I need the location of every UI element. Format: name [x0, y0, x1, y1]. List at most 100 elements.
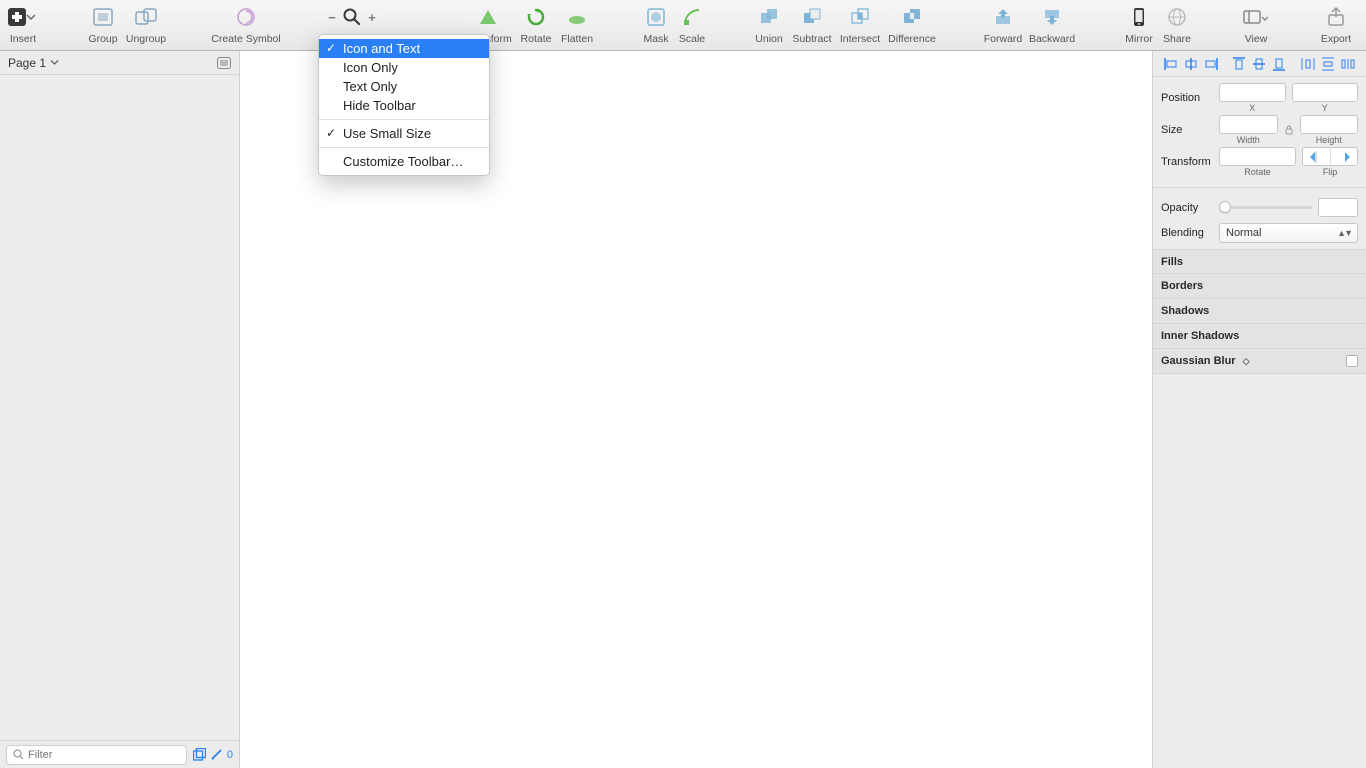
toolbar-scale[interactable]: Scale [674, 6, 710, 45]
menu-text-only[interactable]: Text Only [319, 77, 489, 96]
menu-hide-toolbar[interactable]: Hide Toolbar [319, 96, 489, 115]
difference-icon [903, 6, 921, 28]
toolbar-mirror[interactable]: Mirror [1120, 6, 1158, 45]
menu-icon-only[interactable]: Icon Only [319, 58, 489, 77]
menu-icon-and-text[interactable]: ✓ Icon and Text [319, 39, 489, 58]
align-hcenter-icon[interactable] [1184, 57, 1198, 71]
toolbar-subtract[interactable]: Subtract [788, 6, 836, 45]
align-bottom-icon[interactable] [1272, 57, 1286, 71]
toolbar-forward[interactable]: Forward [980, 6, 1026, 45]
backward-icon [1042, 6, 1062, 28]
slice-filter-icon[interactable] [210, 748, 223, 761]
toolbar-label: Intersect [840, 34, 880, 45]
distribute-v-icon[interactable] [1321, 57, 1335, 71]
union-icon [760, 6, 778, 28]
flip-horizontal-button[interactable] [1303, 148, 1331, 165]
check-icon: ✓ [326, 124, 336, 143]
toolbar-mask[interactable]: Mask [638, 6, 674, 45]
toolbar-label: Forward [984, 34, 1023, 45]
toolbar-share[interactable]: Share [1158, 6, 1196, 45]
toolbar-export[interactable]: Export [1316, 6, 1356, 45]
transform-label: Transform [1161, 156, 1219, 168]
borders-header[interactable]: Borders [1153, 274, 1366, 299]
layer-list[interactable] [0, 75, 239, 740]
opacity-input[interactable] [1318, 198, 1358, 217]
size-label: Size [1161, 124, 1219, 136]
menu-use-small-size[interactable]: ✓ Use Small Size [319, 124, 489, 143]
height-sublabel: Height [1316, 135, 1342, 145]
flip-vertical-button[interactable] [1331, 148, 1358, 165]
artboards-filter-icon[interactable] [193, 748, 206, 761]
align-right-icon[interactable] [1204, 57, 1218, 71]
blending-value: Normal [1226, 227, 1261, 239]
toolbar-label: Scale [679, 34, 705, 45]
menu-label: Use Small Size [343, 126, 431, 141]
flip-control [1302, 147, 1358, 166]
align-top-icon[interactable] [1232, 57, 1246, 71]
subtract-icon [803, 6, 821, 28]
align-vcenter-icon[interactable] [1252, 57, 1266, 71]
toolbar-rotate[interactable]: Rotate [516, 6, 556, 45]
toolbar-label: Subtract [792, 34, 831, 45]
menu-separator [319, 119, 489, 120]
symbol-icon [237, 6, 255, 28]
toolbar-union[interactable]: Union [750, 6, 788, 45]
menu-label: Text Only [343, 79, 397, 94]
gaussian-blur-header[interactable]: Gaussian Blur ◇ [1153, 349, 1366, 374]
fills-header[interactable]: Fills [1153, 249, 1366, 274]
toolbar-label: Difference [888, 34, 936, 45]
left-panel: Page 1 0 [0, 51, 240, 768]
distribute-h-icon[interactable] [1301, 57, 1315, 71]
opacity-slider[interactable] [1219, 206, 1312, 209]
mask-icon [647, 6, 665, 28]
magnifier-icon[interactable] [343, 8, 361, 26]
distribute-spacing-icon[interactable] [1341, 57, 1355, 71]
chevron-updown-icon: ▲▼ [1337, 228, 1351, 238]
toolbar-label: Create Symbol [211, 34, 280, 45]
toolbar-difference[interactable]: Difference [884, 6, 940, 45]
toolbar-label: Share [1163, 34, 1191, 45]
width-input[interactable] [1219, 115, 1278, 134]
page-selector[interactable]: Page 1 [0, 51, 239, 75]
align-left-icon[interactable] [1164, 57, 1178, 71]
section-title: Fills [1161, 256, 1183, 268]
toolbar-group[interactable]: Group [84, 6, 122, 45]
section-title: Borders [1161, 280, 1203, 292]
toolbar-insert[interactable]: Insert [0, 6, 46, 45]
filter-field[interactable] [28, 749, 180, 761]
toolbar-ungroup[interactable]: Ungroup [122, 6, 170, 45]
rotate-input[interactable] [1219, 147, 1296, 166]
menu-separator [319, 147, 489, 148]
left-footer: 0 [0, 740, 239, 768]
toolbar-flatten[interactable]: Flatten [556, 6, 598, 45]
collapse-icon[interactable] [217, 57, 231, 69]
shadows-header[interactable]: Shadows [1153, 299, 1366, 324]
toolbar-intersect[interactable]: Intersect [836, 6, 884, 45]
toolbar-create-symbol[interactable]: Create Symbol [206, 6, 286, 45]
position-label: Position [1161, 92, 1219, 104]
blending-select[interactable]: Normal ▲▼ [1219, 223, 1358, 243]
inner-shadows-header[interactable]: Inner Shadows [1153, 324, 1366, 349]
position-x-input[interactable] [1219, 83, 1286, 102]
zoom-out-icon[interactable]: − [327, 10, 337, 25]
gaussian-blur-checkbox[interactable] [1346, 355, 1358, 367]
page-label: Page 1 [8, 56, 46, 70]
toolbar-label: Export [1321, 34, 1351, 45]
menu-label: Icon and Text [343, 41, 420, 56]
ungroup-icon [135, 6, 157, 28]
zoom-in-icon[interactable]: + [367, 10, 377, 25]
toolbar-backward[interactable]: Backward [1026, 6, 1078, 45]
height-input[interactable] [1300, 115, 1359, 134]
menu-customize-toolbar[interactable]: Customize Toolbar… [319, 152, 489, 171]
slider-thumb[interactable] [1219, 201, 1231, 213]
section-title: Shadows [1161, 305, 1209, 317]
toolbar-label: Union [755, 34, 782, 45]
toolbar[interactable]: Insert Group Ungroup Create Symbol − + [0, 0, 1366, 51]
search-icon [13, 749, 24, 760]
blending-label: Blending [1161, 227, 1219, 239]
lock-aspect-icon[interactable] [1284, 125, 1294, 135]
filter-input[interactable] [6, 745, 187, 765]
forward-icon [993, 6, 1013, 28]
toolbar-view[interactable]: View [1236, 6, 1276, 45]
position-y-input[interactable] [1292, 83, 1359, 102]
